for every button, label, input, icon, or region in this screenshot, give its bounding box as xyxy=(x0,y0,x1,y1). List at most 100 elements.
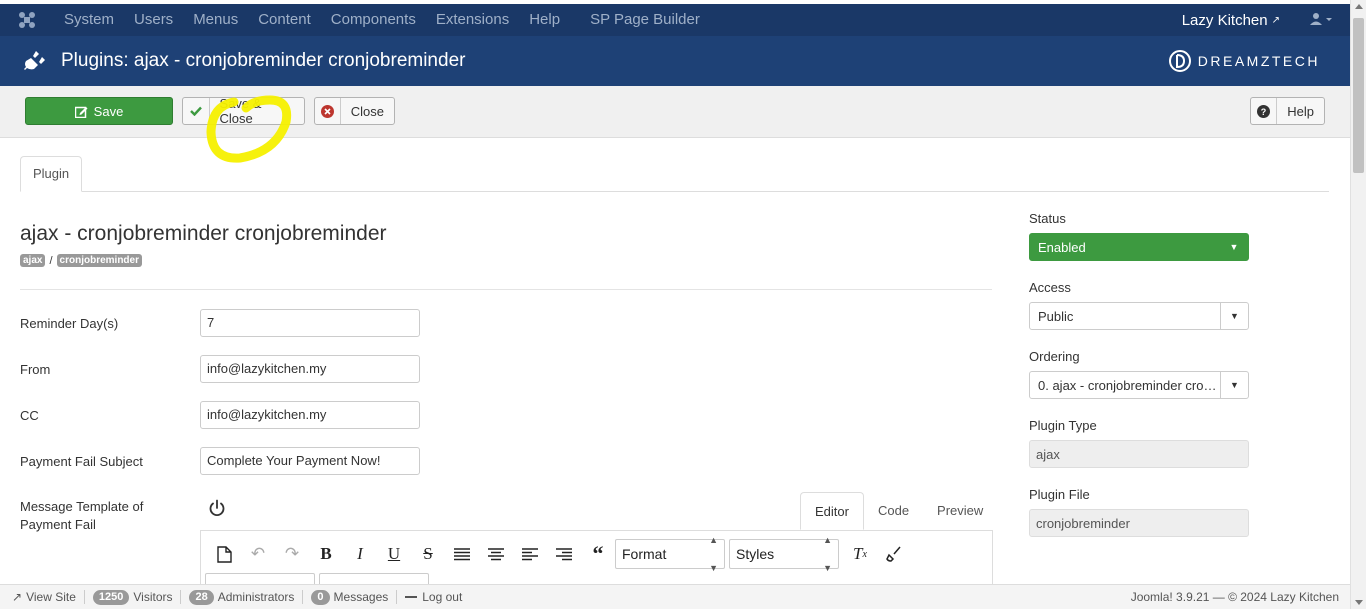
scroll-down-icon[interactable] xyxy=(1355,600,1363,605)
menu-content[interactable]: Content xyxy=(248,4,321,36)
plugin-icon xyxy=(22,49,48,73)
plugin-badges: ajax / cronjobreminder xyxy=(20,254,142,267)
visitors-link[interactable]: 1250 Visitors xyxy=(85,589,182,605)
save-and-close-button[interactable]: Save & Close xyxy=(182,96,305,126)
messages-count: 0 xyxy=(311,589,330,605)
plugin-file-value: cronjobreminder xyxy=(1036,515,1130,531)
status-footer: ↗ View Site 1250 Visitors 28 Administrat… xyxy=(0,584,1350,609)
help-button[interactable]: ? Help xyxy=(1250,97,1325,125)
undo-icon[interactable]: ↶ xyxy=(241,537,275,571)
cc-row: CC info@lazykitchen.my xyxy=(20,401,420,429)
brand-logo: DREAMZTECH xyxy=(1168,49,1320,73)
brand-name: DREAMZTECH xyxy=(1197,53,1320,69)
menu-extensions[interactable]: Extensions xyxy=(426,4,519,36)
toggle-editor-power-icon[interactable] xyxy=(208,499,226,517)
menu-menus[interactable]: Menus xyxy=(183,4,248,36)
bold-icon[interactable]: B xyxy=(309,537,343,571)
administrators-link[interactable]: 28 Administrators xyxy=(181,589,304,605)
status-label: Status xyxy=(1029,211,1066,226)
scroll-up-icon[interactable] xyxy=(1355,4,1363,9)
plugin-file-field: cronjobreminder xyxy=(1029,509,1249,537)
plugin-file-label: Plugin File xyxy=(1029,487,1090,502)
messages-link[interactable]: 0 Messages xyxy=(303,589,398,605)
cc-label: CC xyxy=(20,407,39,423)
check-icon xyxy=(183,98,210,124)
administrators-count: 28 xyxy=(189,589,214,605)
site-link[interactable]: Lazy Kitchen ↗ xyxy=(1182,12,1280,29)
plugin-title: ajax - cronjobreminder cronjobreminder xyxy=(20,222,387,245)
format-select[interactable]: Format ▲ ▼ xyxy=(615,535,725,573)
external-link-icon: ↗ xyxy=(12,590,23,604)
select-arrows-icon: ▲ ▼ xyxy=(823,535,832,573)
underline-icon[interactable]: U xyxy=(377,537,411,571)
access-select[interactable]: Public ▼ xyxy=(1029,302,1249,330)
ordering-value: 0. ajax - cronjobreminder cro… xyxy=(1038,377,1217,393)
save-button[interactable]: Save xyxy=(25,97,173,125)
access-value: Public xyxy=(1038,308,1074,324)
select-arrows-icon: ▲ ▼ xyxy=(709,535,718,573)
page-scrollbar[interactable] xyxy=(1350,0,1366,609)
menu-system[interactable]: System xyxy=(54,4,124,36)
reminder-days-input[interactable]: 7 xyxy=(200,309,420,337)
site-name: Lazy Kitchen xyxy=(1181,11,1268,29)
editor-toolbar: ↶ ↷ B I U S “ Format ▲ ▼ Styles ▲ ▼ Tx xyxy=(207,535,911,573)
styles-select[interactable]: Styles ▲ ▼ xyxy=(729,535,839,573)
top-navbar: System Users Menus Content Components Ex… xyxy=(0,0,1366,36)
visitors-count: 1250 xyxy=(92,589,130,605)
menu-users[interactable]: Users xyxy=(124,4,183,36)
save-and-close-label: Save & Close xyxy=(219,96,262,126)
toolbar: Save Save & Close Close ? Help xyxy=(0,86,1350,138)
plugin-type-field: ajax xyxy=(1029,440,1249,468)
administrators-label: Administrators xyxy=(217,590,295,604)
editor-tabs: Editor Code Preview xyxy=(800,492,997,530)
menu-components[interactable]: Components xyxy=(321,4,426,36)
blockquote-icon[interactable]: “ xyxy=(581,537,615,571)
close-icon xyxy=(315,98,341,124)
user-menu-icon[interactable] xyxy=(1310,12,1332,28)
menu-sp-page-builder[interactable]: SP Page Builder xyxy=(580,4,710,36)
menu-help[interactable]: Help xyxy=(519,4,570,36)
italic-icon[interactable]: I xyxy=(343,537,377,571)
divider xyxy=(20,289,992,290)
rich-text-editor: ↶ ↷ B I U S “ Format ▲ ▼ Styles ▲ ▼ Tx xyxy=(200,530,993,590)
badge-separator: / xyxy=(49,254,53,267)
view-site-link[interactable]: ↗ View Site xyxy=(0,590,85,604)
redo-icon[interactable]: ↷ xyxy=(275,537,309,571)
tab-plugin[interactable]: Plugin xyxy=(20,156,83,192)
align-right-icon[interactable] xyxy=(547,537,581,571)
align-justify-icon[interactable] xyxy=(445,537,479,571)
payment-fail-subject-input[interactable]: Complete Your Payment Now! xyxy=(200,447,420,475)
payment-fail-subject-row: Payment Fail Subject Complete Your Payme… xyxy=(20,447,420,475)
element-badge: cronjobreminder xyxy=(56,254,142,267)
brush-icon[interactable] xyxy=(877,537,911,571)
tab-code[interactable]: Code xyxy=(864,492,923,530)
clear-formatting-icon[interactable]: Tx xyxy=(843,537,877,571)
logout-link[interactable]: Log out xyxy=(397,590,470,604)
status-select[interactable]: Enabled ▼ xyxy=(1029,233,1249,261)
close-label: Close xyxy=(350,103,384,119)
payment-fail-subject-label: Payment Fail Subject xyxy=(20,453,143,469)
from-row: From info@lazykitchen.my xyxy=(20,355,420,383)
joomla-logo-icon[interactable] xyxy=(0,4,54,36)
plugin-type-label: Plugin Type xyxy=(1029,418,1097,433)
ordering-select[interactable]: 0. ajax - cronjobreminder cro… ▼ xyxy=(1029,371,1249,399)
reminder-days-row: Reminder Day(s) 7 xyxy=(20,309,420,337)
caret-down-icon: ▼ xyxy=(1220,372,1248,398)
external-link-icon: ↗ xyxy=(1271,14,1280,26)
cc-email-input[interactable]: info@lazykitchen.my xyxy=(200,401,420,429)
strikethrough-icon[interactable]: S xyxy=(411,537,445,571)
close-button[interactable]: Close xyxy=(314,97,395,125)
reminder-days-label: Reminder Day(s) xyxy=(20,315,119,331)
new-document-icon[interactable] xyxy=(207,537,241,571)
align-center-icon[interactable] xyxy=(479,537,513,571)
tab-editor[interactable]: Editor xyxy=(800,492,864,530)
page-title: Plugins: ajax - cronjobreminder cronjobr… xyxy=(61,50,466,71)
scroll-thumb[interactable] xyxy=(1353,18,1364,173)
view-site-label: View Site xyxy=(26,590,76,604)
status-value: Enabled xyxy=(1038,239,1086,255)
tab-preview[interactable]: Preview xyxy=(923,492,997,530)
main-menu: System Users Menus Content Components Ex… xyxy=(54,4,710,36)
caret-down-icon: ▼ xyxy=(1229,242,1239,252)
align-left-icon[interactable] xyxy=(513,537,547,571)
from-email-input[interactable]: info@lazykitchen.my xyxy=(200,355,420,383)
